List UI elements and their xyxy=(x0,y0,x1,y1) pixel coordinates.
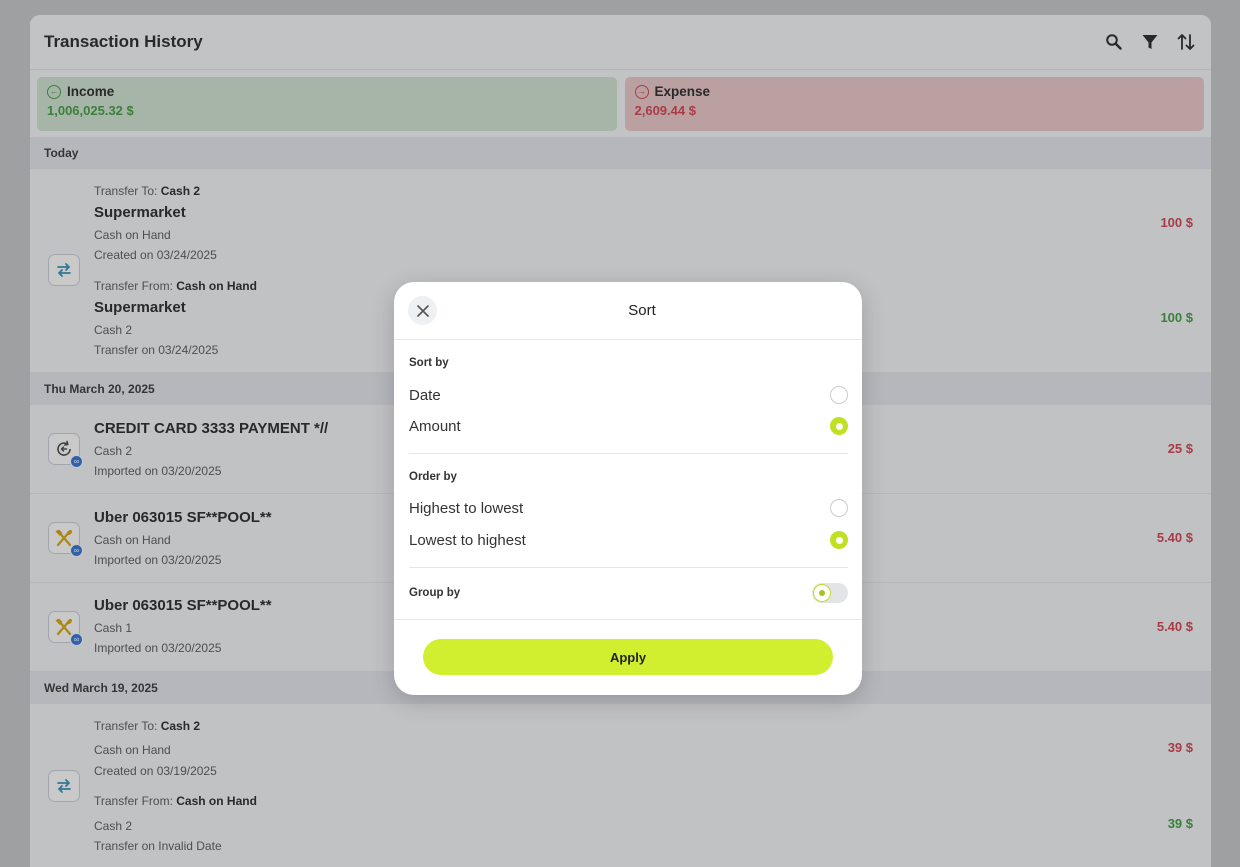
modal-header: Sort xyxy=(394,282,862,340)
apply-button[interactable]: Apply xyxy=(423,639,833,675)
divider xyxy=(394,619,862,620)
modal-title: Sort xyxy=(628,302,656,319)
radio-highest-to-lowest[interactable] xyxy=(830,499,848,517)
sort-option-amount[interactable]: Amount xyxy=(409,414,848,438)
sort-by-label: Sort by xyxy=(409,357,449,369)
option-label: Date xyxy=(409,386,441,404)
radio-date[interactable] xyxy=(830,386,848,404)
group-by-label: Group by xyxy=(409,587,461,599)
divider xyxy=(409,567,848,568)
toggle-knob xyxy=(813,584,831,602)
sort-modal: Sort Sort by Date Amount Order by Highes… xyxy=(394,282,862,695)
group-by-toggle[interactable] xyxy=(812,583,848,603)
option-label: Lowest to highest xyxy=(409,531,526,549)
divider xyxy=(409,453,848,454)
option-label: Highest to lowest xyxy=(409,499,524,517)
radio-amount[interactable] xyxy=(830,417,848,435)
radio-lowest-to-highest[interactable] xyxy=(830,531,848,549)
option-label: Amount xyxy=(409,417,461,435)
order-option-lowest[interactable]: Lowest to highest xyxy=(409,528,848,552)
sort-option-date[interactable]: Date xyxy=(409,383,848,407)
order-option-highest[interactable]: Highest to lowest xyxy=(409,496,848,520)
order-by-label: Order by xyxy=(409,471,457,483)
